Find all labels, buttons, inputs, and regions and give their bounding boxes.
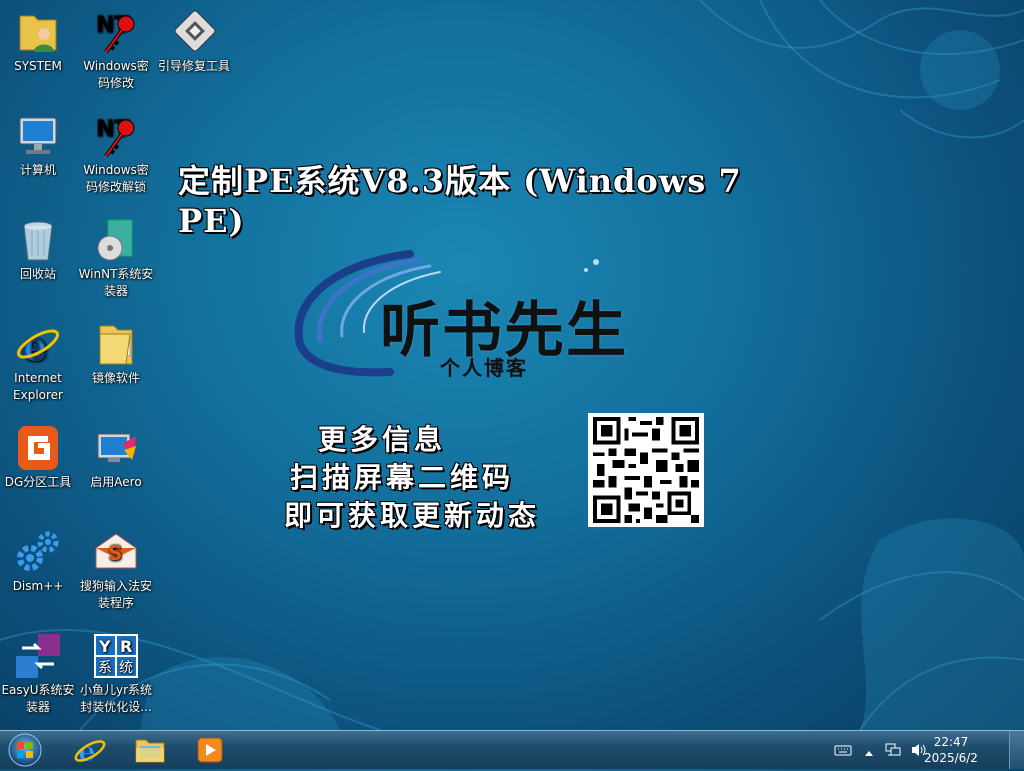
clock-time: 22:47: [933, 735, 969, 749]
taskbar-media-player-button[interactable]: [184, 734, 236, 766]
taskbar: e 22:47 2025/6/2: [0, 730, 1024, 769]
desktop-icon-label: 引导修复工具: [157, 59, 230, 73]
desktop-icon-enable-aero[interactable]: 启用Aero: [78, 424, 154, 491]
desktop-icon-image-software[interactable]: 镜像软件: [78, 320, 154, 387]
desktop-icon-label: 计算机: [19, 163, 56, 177]
user-folder-icon: [14, 8, 62, 56]
wallpaper-headline: 定制PE系统V8.3版本 (Windows 7 PE): [178, 162, 742, 240]
desktop-icon-windows-password[interactable]: NT Windows密码修改: [78, 8, 154, 92]
computer-icon: [14, 112, 62, 160]
desktop-icon-label: 回收站: [19, 267, 56, 281]
desktop-icon-label: Internet Explorer: [13, 371, 63, 402]
desktop-icon-internet-explorer[interactable]: e Internet Explorer: [0, 320, 76, 404]
desktop-icon-label: Windows密码修改: [83, 59, 149, 90]
taskbar-file-explorer-button[interactable]: [124, 734, 176, 766]
nt-key-icon: NT: [92, 112, 140, 160]
desktop-icon-boot-repair[interactable]: 引导修复工具: [156, 8, 232, 75]
yr-icon-letter: 系: [98, 660, 112, 676]
desktop-icon-system[interactable]: SYSTEM: [0, 8, 76, 75]
promo-line: 扫描屏幕二维码: [290, 461, 515, 494]
desktop-icon-label: EasyU系统安装器: [1, 683, 75, 714]
svg-text:S: S: [108, 541, 122, 565]
qr-code: [588, 413, 704, 527]
aero-icon: [92, 424, 140, 472]
clock-date: 2025/6/2: [924, 751, 978, 765]
taskbar-internet-explorer-button[interactable]: e: [64, 734, 116, 769]
desktop-icon-yr-optimizer[interactable]: Y R 系 统 小鱼儿yr系统封装优化设...: [78, 632, 154, 716]
yr-icon-letter: Y: [98, 637, 111, 656]
desktop-icon-label: 启用Aero: [90, 475, 142, 489]
show-hidden-icons-icon[interactable]: [864, 744, 874, 763]
desktop-icon-label: Windows密码修改解锁: [83, 163, 149, 194]
desktop-icon-label: 小鱼儿yr系统封装优化设...: [79, 683, 153, 714]
internet-explorer-icon: e: [14, 320, 62, 371]
folder-icon: [92, 320, 140, 368]
desktop-icon-computer[interactable]: 计算机: [0, 112, 76, 179]
desktop: SYSTEM NT Windows密码修改 引导修复工具 计算机 NT Wind…: [0, 0, 1024, 730]
desktop-icon-dism[interactable]: Dism++: [0, 528, 76, 595]
svg-text:e: e: [22, 323, 47, 368]
show-desktop-button[interactable]: [1009, 731, 1024, 769]
yr-icon-letter: R: [120, 637, 132, 656]
gears-icon: [14, 528, 62, 576]
desktop-icon-label: WinNT系统安装器: [78, 267, 154, 298]
yr-icon: Y R 系 统: [92, 632, 140, 680]
brand-subtitle: 个人博客: [440, 356, 528, 380]
desktop-icon-easyu-installer[interactable]: EasyU系统安装器: [0, 632, 76, 716]
disc-installer-icon: [92, 216, 140, 264]
desktop-icon-winnt-installer[interactable]: WinNT系统安装器: [78, 216, 154, 300]
desktop-icon-label: 镜像软件: [91, 371, 140, 385]
desktop-icon-label: SYSTEM: [14, 59, 62, 73]
keyboard-icon[interactable]: [834, 742, 852, 761]
recycle-bin-icon: [14, 216, 62, 264]
desktop-icon-label: 搜狗输入法安装程序: [79, 579, 152, 610]
media-player-icon: [197, 737, 223, 763]
nt-key-icon: NT: [92, 8, 140, 56]
system-clock[interactable]: 22:47 2025/6/2: [916, 734, 986, 766]
promo-line: 即可获取更新动态: [284, 499, 541, 532]
promo-line: 更多信息: [318, 423, 447, 456]
desktop-icon-windows-password-unlock[interactable]: NT Windows密码修改解锁: [78, 112, 154, 196]
easyu-icon: [14, 632, 62, 680]
desktop-icon-diskgenius[interactable]: DG分区工具: [0, 424, 76, 491]
diskgenius-icon: [14, 424, 62, 472]
internet-explorer-icon: e: [74, 735, 106, 769]
desktop-icon-label: DG分区工具: [4, 475, 72, 489]
network-icon[interactable]: [884, 742, 902, 762]
start-button[interactable]: [6, 733, 44, 767]
sogou-icon: S: [92, 528, 140, 576]
yr-icon-letter: 统: [119, 660, 133, 676]
tools-icon: [170, 8, 218, 56]
desktop-icon-recycle-bin[interactable]: 回收站: [0, 216, 76, 283]
file-explorer-icon: [135, 739, 165, 763]
desktop-icon-label: Dism++: [12, 579, 64, 593]
desktop-icon-sogou-installer[interactable]: S 搜狗输入法安装程序: [78, 528, 154, 612]
